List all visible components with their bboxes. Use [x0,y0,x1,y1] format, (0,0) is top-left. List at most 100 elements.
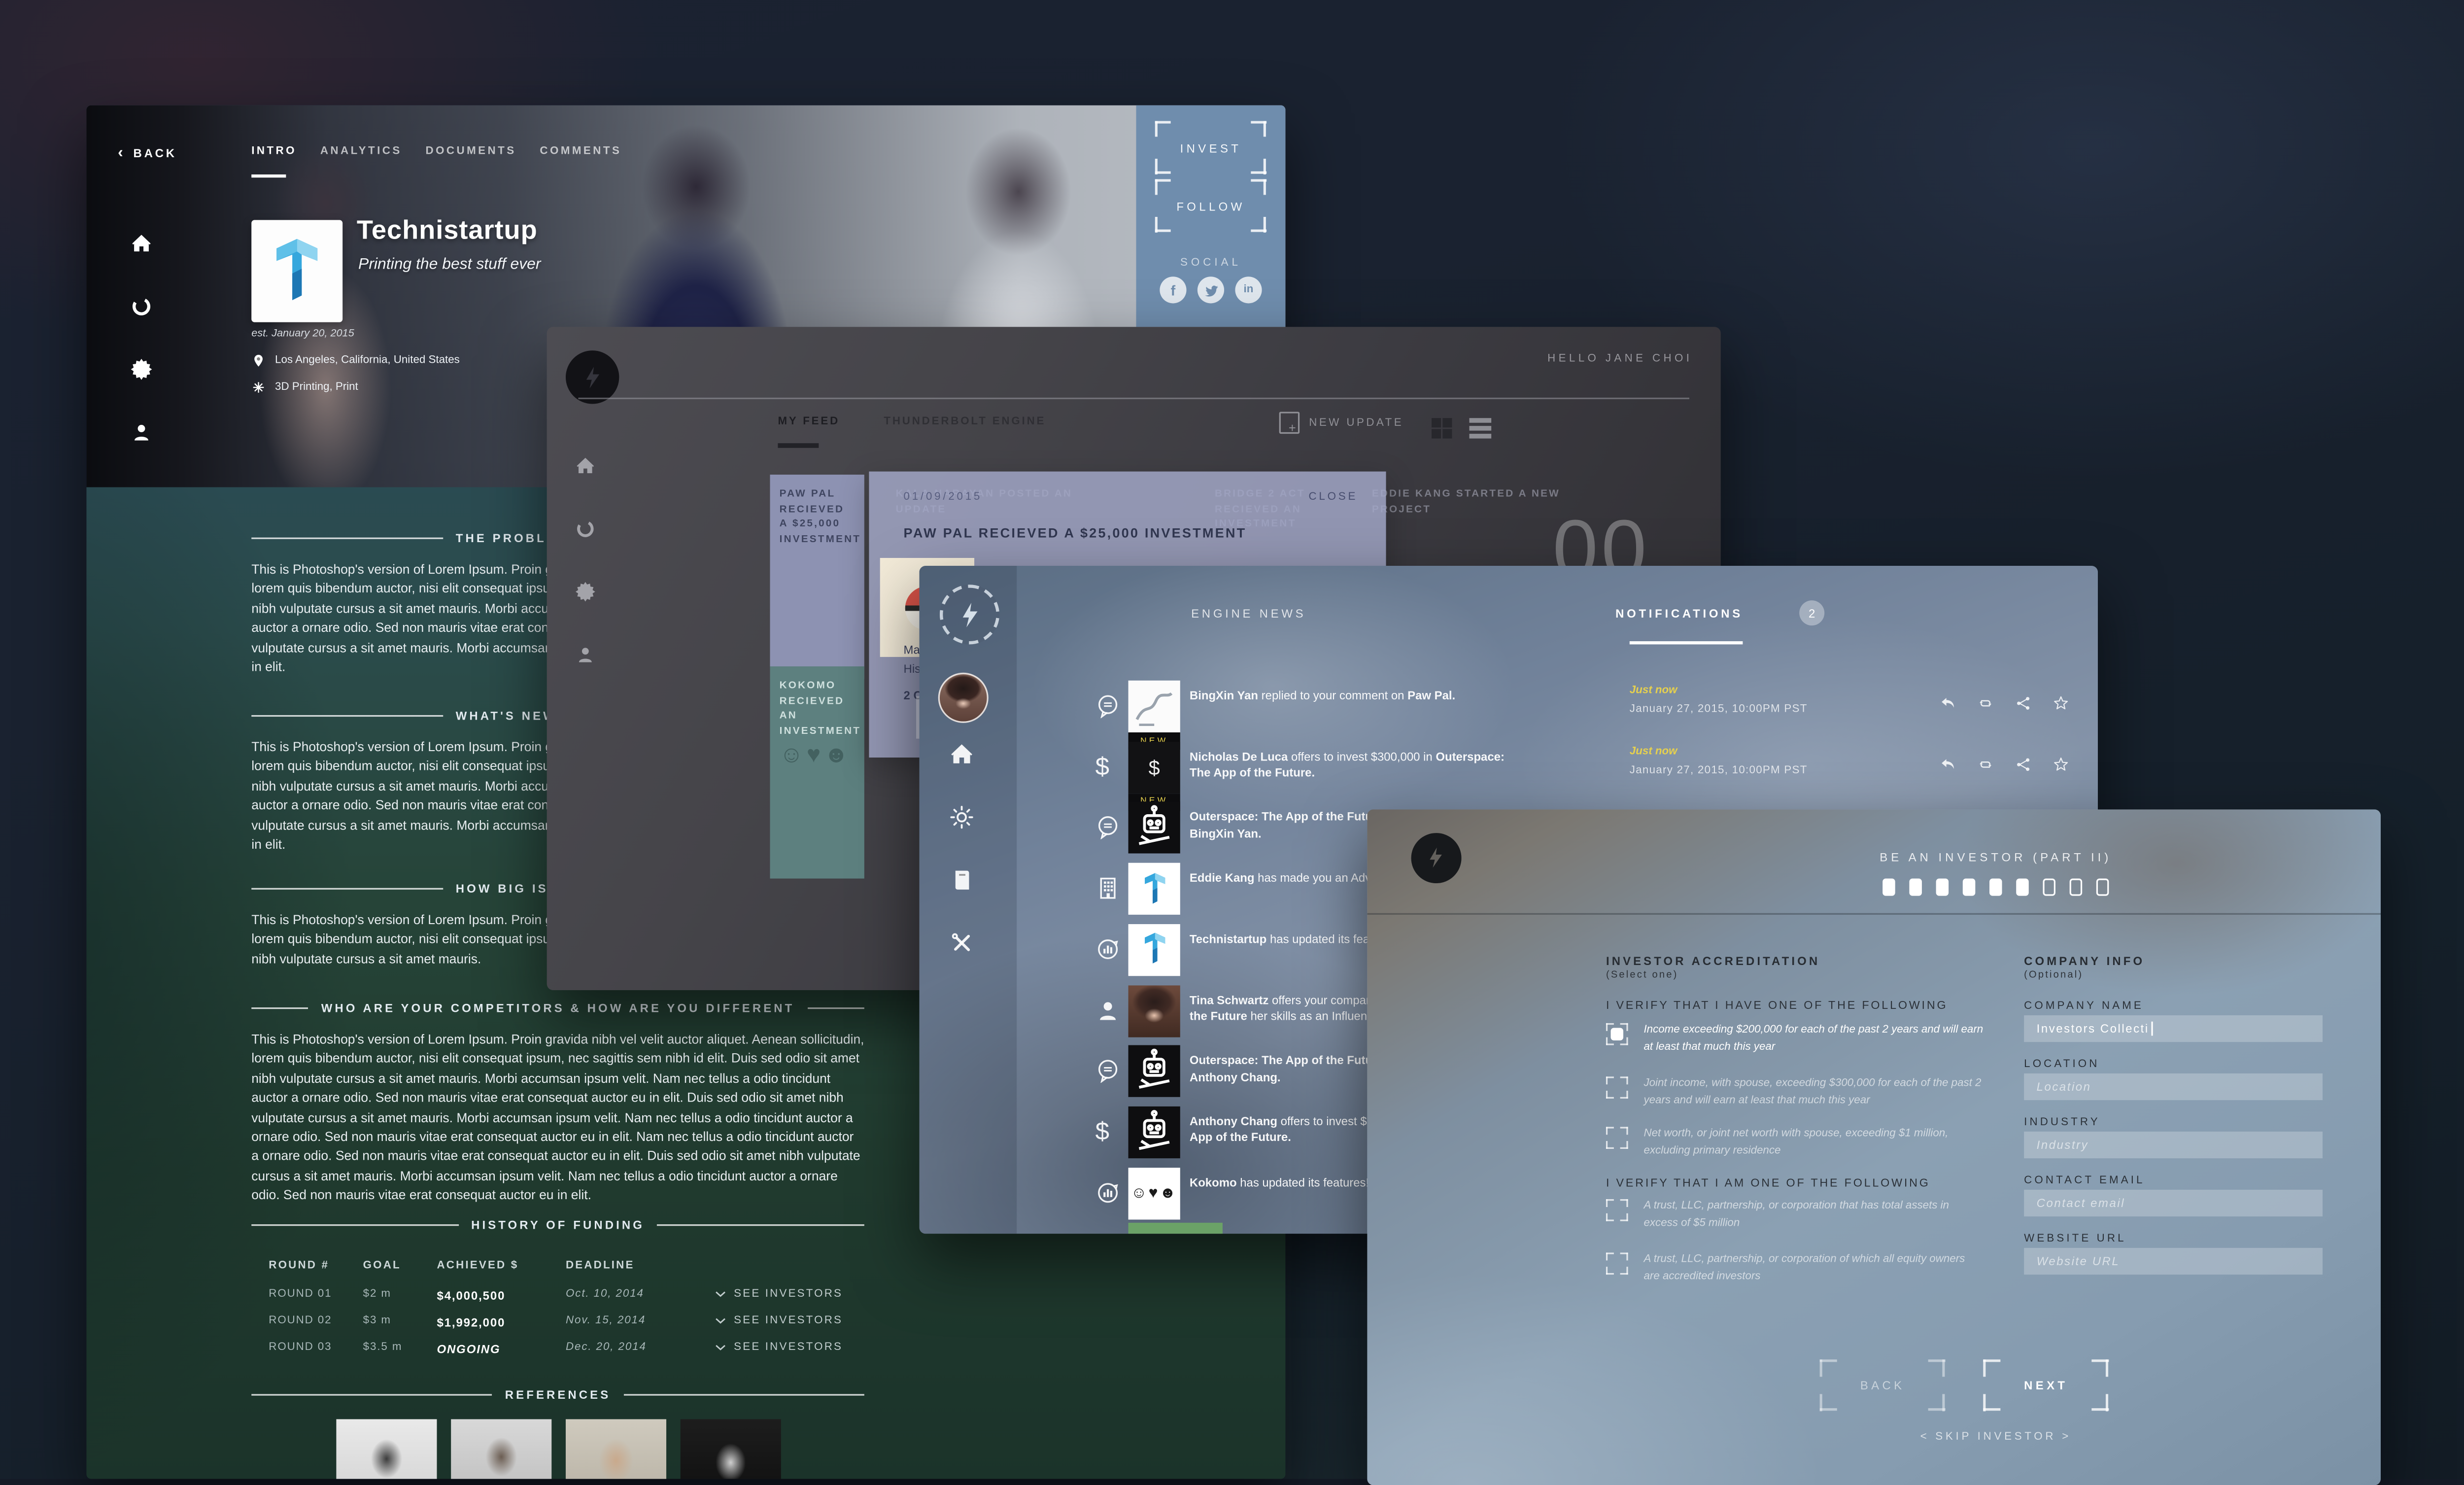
progress-step [1963,879,1976,896]
divider [578,398,1689,399]
active-tab-underline [1630,641,1743,645]
reference-photo[interactable] [565,1419,665,1479]
funding-deadline: Nov. 15, 2014 [566,1315,646,1326]
text-cursor [2151,1022,2152,1036]
input-website-url[interactable]: Website URL [2024,1248,2323,1275]
company-name: Technistartup [357,215,538,247]
accreditation-option-text: Net worth, or joint net worth with spous… [1643,1127,1983,1160]
input-company-name[interactable]: Investors Collecti [2024,1015,2323,1042]
field-label: WEBSITE URL [2024,1234,2126,1244]
heading-line [251,537,443,539]
company-industry: 3D Printing, Print [275,382,358,393]
notification-thumbnail [1129,863,1180,915]
heading-line [251,715,443,717]
favorite-icon[interactable] [2053,756,2070,773]
industry-asterisk-icon [251,380,266,395]
funding-column-header: ACHIEVED $ [437,1260,518,1271]
input-contact-email[interactable]: Contact email [2024,1190,2323,1216]
notification-thumbnail [1129,1106,1180,1158]
divider [1367,913,2381,915]
list-view-icon[interactable] [1470,418,1492,438]
chevron-left-icon: ‹ [118,148,125,159]
notification-tabs: ENGINE NEWS NOTIFICATIONS 2 [919,600,2098,648]
input-industry[interactable]: Industry [2024,1132,2323,1158]
see-investors-label: SEE INVESTORS [734,1315,843,1326]
feed-card-kokomo[interactable]: KOKOMO RECIEVED AN INVESTMENT☺♥☻ [770,666,864,878]
progress-step [1936,879,1949,896]
location-pin-icon [251,353,266,368]
heading-line [807,1007,864,1009]
input-location[interactable]: Location [2024,1073,2323,1100]
chart-icon [1095,1179,1121,1205]
tab-engine-news[interactable]: ENGINE NEWS [1191,607,1306,621]
funding-achieved: ONGOING [437,1342,500,1356]
new-update-button[interactable]: NEW UPDATE [1279,412,1403,434]
progress-step [2070,879,2083,896]
comment-icon [1095,693,1121,718]
accreditation-option[interactable]: A trust, LLC, partnership, or corporatio… [1606,1199,1983,1232]
reply-icon[interactable] [1939,694,1956,712]
funding-deadline: Oct. 10, 2014 [566,1289,644,1300]
accreditation-option-text: A trust, LLC, partnership, or corporatio… [1643,1199,1983,1232]
feed-card-pawpal[interactable]: PAW PAL RECIEVED A $25,000 INVESTMENT [770,475,864,679]
accreditation-option-text: Joint income, with spouse, exceeding $30… [1643,1076,1983,1109]
reference-photo[interactable] [680,1419,780,1479]
established-date: est. January 20, 2015 [251,328,354,339]
back-label: BACK [134,146,177,161]
heading-line [251,1007,308,1009]
field-label: COMPANY NAME [2024,1001,2144,1012]
form-back-button[interactable]: BACK [1820,1359,1946,1411]
heading-line [251,888,443,890]
grid-view-icon[interactable] [1432,418,1452,438]
form-next-button[interactable]: NEXT [1983,1359,2109,1411]
twitter-icon[interactable] [1198,276,1224,303]
notification-row[interactable]: NEWBingXin Yan replied to your comment o… [1017,676,2098,737]
notification-row[interactable]: $$NEWNicholas De Luca offers to invest $… [1017,737,2098,798]
close-button[interactable]: CLOSE [1309,492,1358,503]
profile-sidebar [131,233,153,443]
repost-icon[interactable] [1977,694,1994,712]
reply-icon[interactable] [1939,756,1956,773]
notification-thumbnail: $ [1129,741,1180,793]
comment-icon [1095,815,1121,840]
tab-notifications[interactable]: NOTIFICATIONS [1615,607,1743,621]
see-investors-label: SEE INVESTORS [734,1289,843,1300]
field-label: LOCATION [2024,1059,2099,1070]
profile-icon [131,421,153,444]
notification-thumbnail [1129,802,1180,854]
facebook-icon[interactable]: f [1160,276,1186,303]
accreditation-option[interactable]: Net worth, or joint net worth with spous… [1606,1127,1983,1160]
chart-icon [1095,936,1121,962]
progress-step [2016,879,2029,896]
tab-intro[interactable]: INTRO [251,146,297,172]
reference-photo[interactable] [336,1419,436,1479]
field-label: INDUSTRY [2024,1117,2100,1128]
checkbox-icon [1606,1252,1628,1275]
tab-analytics[interactable]: ANALYTICS [320,146,402,172]
accreditation-option[interactable]: Joint income, with spouse, exceeding $30… [1606,1076,1983,1109]
share-icon[interactable] [2015,694,2032,712]
tab-thunderbolt-engine[interactable]: THUNDERBOLT ENGINE [884,416,1046,427]
invest-button[interactable]: INVEST [1155,121,1266,174]
time-relative: Just now [1630,685,1808,696]
tab-comments[interactable]: COMMENTS [540,146,621,172]
back-button[interactable]: ‹ BACK [118,146,177,161]
tab-documents[interactable]: DOCUMENTS [426,146,516,172]
company-industry-row: 3D Printing, Print [251,380,358,395]
see-investors-button[interactable]: SEE INVESTORS [715,1315,843,1326]
share-icon[interactable] [2015,756,2032,773]
repost-icon[interactable] [1977,756,1994,773]
reference-photo[interactable] [450,1419,551,1479]
investor-form-window: BE AN INVESTOR (PART II) INVESTOR ACCRED… [1367,809,2381,1485]
tab-my-feed[interactable]: MY FEED [778,416,840,427]
accreditation-option[interactable]: A trust, LLC, partnership, or corporatio… [1606,1252,1983,1285]
skip-investor-link[interactable]: < SKIP INVESTOR > [1681,1432,2310,1443]
see-investors-button[interactable]: SEE INVESTORS [715,1342,843,1353]
company-logo [251,220,342,322]
avatar[interactable] [938,673,989,723]
see-investors-button[interactable]: SEE INVESTORS [715,1289,843,1300]
favorite-icon[interactable] [2053,694,2070,712]
follow-button[interactable]: FOLLOW [1155,179,1266,233]
accreditation-option[interactable]: Income exceeding $200,000 for each of th… [1606,1023,1983,1056]
linkedin-icon[interactable]: in [1235,276,1262,303]
